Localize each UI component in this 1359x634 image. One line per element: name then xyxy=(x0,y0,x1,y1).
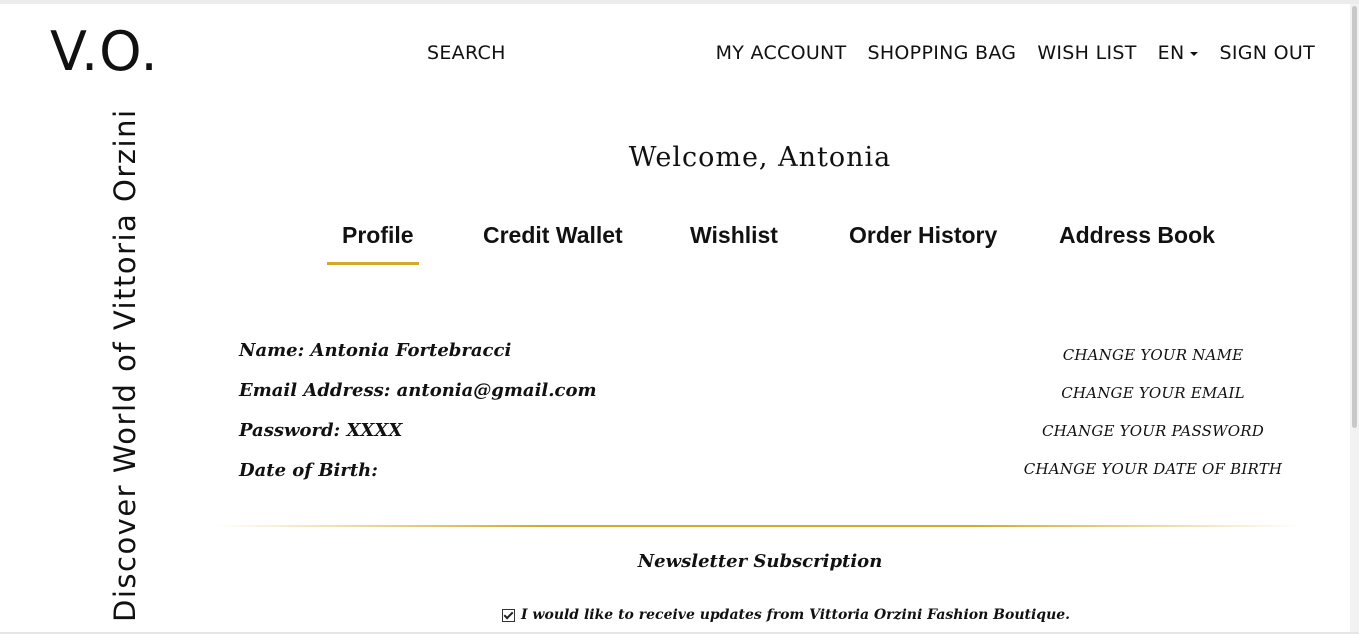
shopping-bag-link[interactable]: SHOPPING BAG xyxy=(867,42,1016,64)
search-link[interactable]: SEARCH xyxy=(427,42,506,64)
language-label: EN xyxy=(1157,42,1185,64)
change-email-link[interactable]: CHANGE YOUR EMAIL xyxy=(1002,384,1304,402)
side-tagline: Discover World of Vittoria Orzini xyxy=(108,108,142,623)
top-border xyxy=(0,0,1359,4)
tab-order-history[interactable]: Order History xyxy=(849,222,997,249)
my-account-link[interactable]: MY ACCOUNT xyxy=(716,42,847,64)
change-password-link[interactable]: CHANGE YOUR PASSWORD xyxy=(1002,422,1304,440)
profile-dob: Date of Birth: xyxy=(239,460,378,481)
page-title: Welcome, Antonia xyxy=(628,142,892,173)
vertical-scrollbar[interactable] xyxy=(1350,4,1359,632)
logo[interactable]: V.O. xyxy=(50,25,159,79)
tab-profile[interactable]: Profile xyxy=(342,222,414,249)
chevron-down-icon xyxy=(1190,51,1199,56)
profile-email: Email Address: antonia@gmail.com xyxy=(239,380,597,401)
active-tab-indicator xyxy=(327,262,419,265)
newsletter-title: Newsletter Subscription xyxy=(637,551,883,572)
change-name-link[interactable]: CHANGE YOUR NAME xyxy=(1002,346,1304,364)
newsletter-checkbox-label[interactable]: I would like to receive updates from Vit… xyxy=(521,607,1070,623)
sign-out-link[interactable]: SIGN OUT xyxy=(1219,42,1315,64)
newsletter-checkbox[interactable] xyxy=(502,608,515,622)
tab-address-book[interactable]: Address Book xyxy=(1059,222,1215,249)
scrollbar-thumb[interactable] xyxy=(1352,6,1357,428)
change-dob-link[interactable]: CHANGE YOUR DATE OF BIRTH xyxy=(1002,460,1304,478)
section-divider xyxy=(215,525,1300,527)
profile-name: Name: Antonia Fortebracci xyxy=(239,340,512,361)
newsletter-option: I would like to receive updates from Vit… xyxy=(502,607,1070,623)
tab-credit-wallet[interactable]: Credit Wallet xyxy=(483,222,623,249)
profile-password: Password: XXXX xyxy=(239,420,403,441)
tab-wishlist[interactable]: Wishlist xyxy=(690,222,778,249)
wish-list-link[interactable]: WISH LIST xyxy=(1037,42,1136,64)
top-nav: MY ACCOUNT SHOPPING BAG WISH LIST EN SIG… xyxy=(716,42,1315,64)
language-dropdown[interactable]: EN xyxy=(1158,42,1199,64)
